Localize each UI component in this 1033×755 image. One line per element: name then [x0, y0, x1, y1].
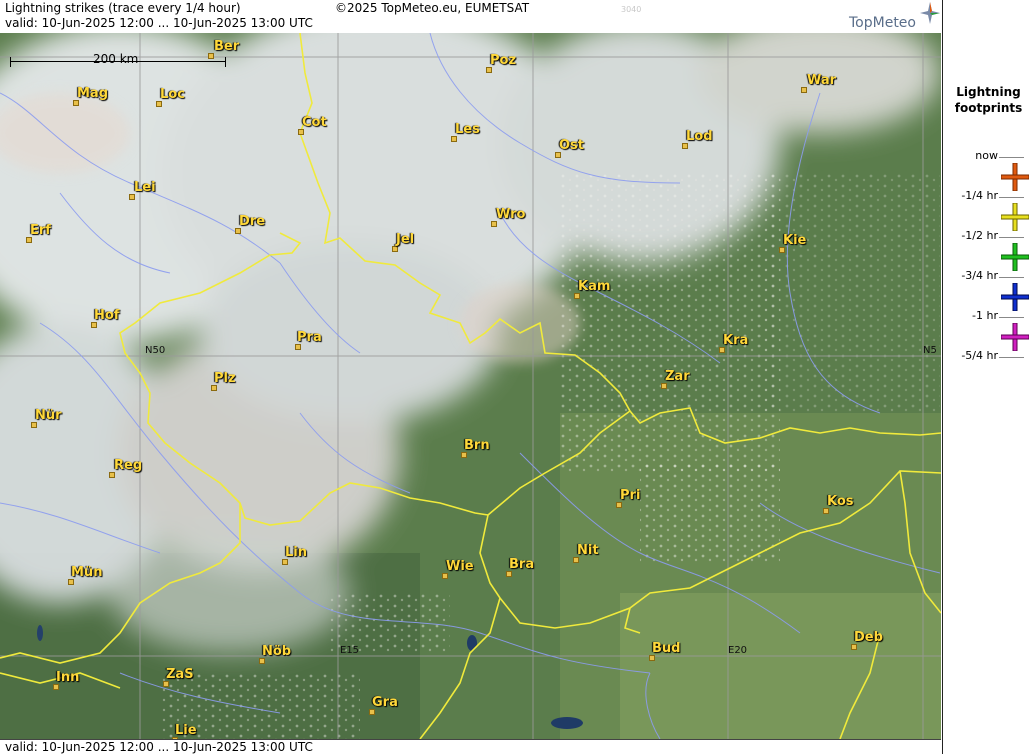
map-title: Lightning strikes (trace every 1/4 hour)	[5, 1, 241, 15]
brand-logo-text[interactable]: TopMeteo	[849, 15, 916, 31]
compass-star-icon	[920, 2, 940, 24]
legend-item-five-quarter: -5/4 hr	[943, 349, 1033, 397]
valid-time-top: valid: 10-Jun-2025 12:00 ... 10-Jun-2025…	[5, 16, 313, 30]
grid-label-n50: N50	[145, 345, 166, 356]
lightning-cross-magenta-icon	[1001, 323, 1029, 351]
lightning-cross-yellow-icon	[1001, 203, 1029, 231]
grid-label-n50-right: N5	[923, 345, 937, 356]
valid-time-bottom: valid: 10-Jun-2025 12:00 ... 10-Jun-2025…	[5, 740, 313, 754]
legend-panel: Lightning footprints now -1/4 hr -1/2 hr…	[942, 0, 1033, 754]
satellite-map[interactable]: N50 N5 E15 E20 Ber Poz War Mag Loc Cot L…	[0, 33, 941, 739]
footer-bar: valid: 10-Jun-2025 12:00 ... 10-Jun-2025…	[0, 739, 941, 755]
lightning-cross-orange-icon	[1001, 163, 1029, 191]
scale-bar-label: 200 km	[93, 52, 139, 66]
legend-title: Lightning footprints	[954, 85, 1023, 115]
lightning-cross-blue-icon	[1001, 283, 1029, 311]
map-code: 3040	[621, 5, 642, 14]
grid-label-e15: E15	[340, 645, 360, 656]
lake-balaton	[551, 717, 583, 729]
map-canvas	[0, 33, 941, 739]
grid-label-e20: E20	[728, 645, 748, 656]
header-bar: Lightning strikes (trace every 1/4 hour)…	[0, 0, 941, 32]
copyright: ©2025 TopMeteo.eu, EUMETSAT	[335, 1, 530, 15]
scale-bar: 200 km	[10, 52, 226, 69]
lightning-cross-green-icon	[1001, 243, 1029, 271]
